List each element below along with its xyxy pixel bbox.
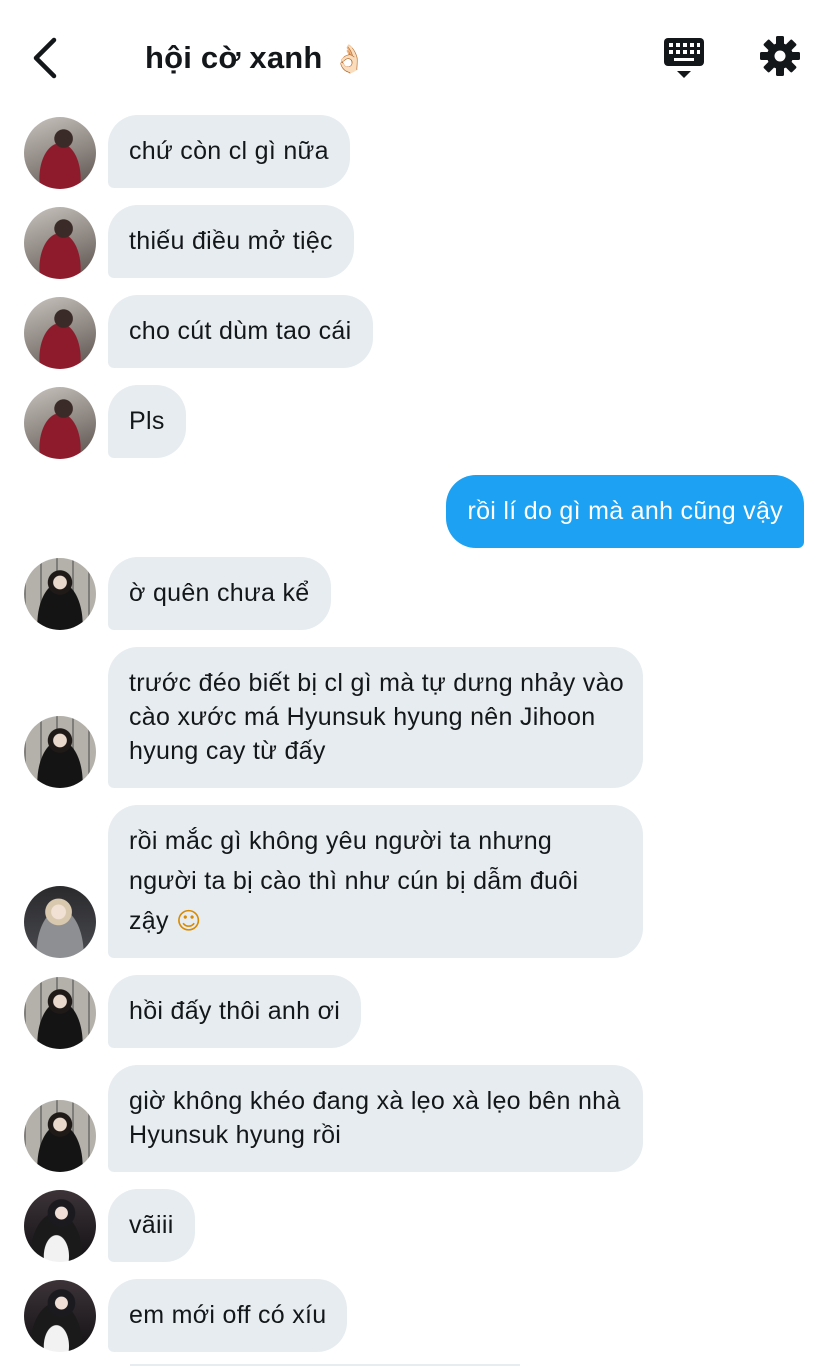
smiling-face-emoji: ☺ [176,907,202,935]
keyboard-icon [664,38,704,78]
avatar[interactable] [24,1190,96,1262]
message-text: cho cút dùm tao cái [129,317,352,345]
avatar[interactable] [24,117,96,189]
message-text: rồi lí do gì mà anh cũng vậy [467,497,783,525]
message-bubble-incoming[interactable]: em mới off có xíu [108,1279,348,1352]
conversation-title-text: hội cờ xanh [145,40,323,75]
chat-header: hội cờ xanh 👌🏻 [0,0,828,112]
message-text: giờ không khéo đang xà lẹo xà lẹo bên nh… [129,1087,621,1149]
message-bubble-incoming[interactable]: trước đéo biết bị cl gì mà tự dưng nhảy … [108,647,643,788]
message-bubble-incoming[interactable]: chứ còn cl gì nữa [108,115,350,188]
message-bubble-incoming[interactable]: cho cút dùm tao cái [108,295,373,368]
message-bubble-outgoing[interactable]: rồi lí do gì mà anh cũng vậy [446,475,804,548]
message-bubble-incoming[interactable]: hồi đấy thôi anh ơi [108,975,362,1048]
ok-hand-emoji: 👌🏻 [332,44,367,75]
message-text-wrap: rồi mắc gì không yêu người ta nhưng ngườ… [129,805,625,941]
avatar[interactable] [24,886,96,958]
avatar[interactable] [24,1280,96,1352]
avatar[interactable] [24,977,96,1049]
message-bubble-incoming[interactable]: Pls [108,385,186,458]
message-text: thiếu điều mở tiệc [129,227,333,255]
settings-button[interactable] [758,34,802,78]
avatar[interactable] [24,387,96,459]
gear-icon [760,36,800,76]
message-bubble-incoming[interactable]: thiếu điều mở tiệc [108,205,354,278]
back-button[interactable] [26,34,70,82]
message-text: vãiii [129,1211,174,1239]
avatar[interactable] [24,207,96,279]
keyboard-toggle-button[interactable] [660,36,708,82]
message-bubble-incoming[interactable]: ờ quên chưa kể [108,557,331,630]
message-text: Pls [129,407,165,435]
message-text: hồi đấy thôi anh ơi [129,997,341,1025]
message-text: trước đéo biết bị cl gì mà tự dưng nhảy … [129,669,625,765]
message-bubble-incoming[interactable]: giờ không khéo đang xà lẹo xà lẹo bên nh… [108,1065,643,1172]
next-message-edge [130,1364,520,1366]
chevron-left-icon [33,37,57,79]
conversation-title[interactable]: hội cờ xanh 👌🏻 [145,40,366,76]
avatar[interactable] [24,558,96,630]
message-text: chứ còn cl gì nữa [129,137,329,165]
avatar[interactable] [24,716,96,788]
avatar[interactable] [24,297,96,369]
message-bubble-incoming[interactable]: rồi mắc gì không yêu người ta nhưng ngườ… [108,805,643,958]
avatar[interactable] [24,1100,96,1172]
message-text: em mới off có xíu [129,1301,327,1329]
message-bubble-incoming[interactable]: vãiii [108,1189,195,1262]
message-text: ờ quên chưa kể [129,579,310,607]
